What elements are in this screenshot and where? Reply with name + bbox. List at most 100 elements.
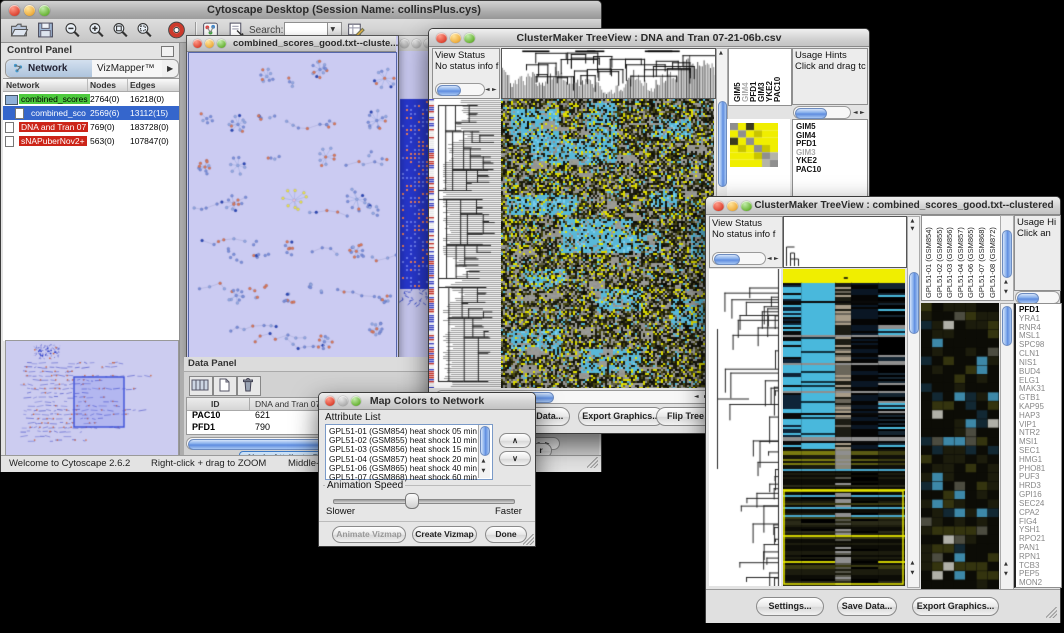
tab-network[interactable]: Network: [6, 60, 93, 77]
gene-label: PAN1: [1019, 543, 1045, 552]
usage-hints-scrollbar[interactable]: [793, 106, 851, 119]
done-button[interactable]: Done: [485, 526, 527, 543]
attribute-item[interactable]: GPL51-06 (GSM865) heat shock 40 min: [329, 463, 477, 472]
minimize-button[interactable]: [338, 396, 348, 406]
col-network: Network: [6, 80, 40, 90]
zoom-selected-icon[interactable]: [135, 21, 154, 39]
treeview-button[interactable]: Settings...: [756, 597, 824, 616]
array-vscrollbar[interactable]: ▲▼: [1000, 215, 1014, 301]
row-id: PAC10: [192, 410, 220, 420]
view-status-scrollbar[interactable]: [435, 83, 485, 96]
network-view-canvas[interactable]: [188, 52, 397, 359]
speed-slider-track[interactable]: [333, 499, 515, 504]
tab-overflow-button[interactable]: ▶: [162, 60, 178, 77]
main-vscrollbar[interactable]: ▲▼ ▲▼: [907, 216, 920, 588]
attribute-item[interactable]: GPL51-04 (GSM857) heat shock 20 min: [329, 454, 477, 463]
network-row[interactable]: combined_scores2764(0)16218(0): [3, 92, 179, 106]
gene-label: KAP95: [1019, 402, 1045, 411]
dialog-resize-grip[interactable]: [523, 534, 534, 545]
correlation-mini-heatmap[interactable]: [730, 123, 778, 167]
heatmap-main[interactable]: [783, 269, 905, 586]
minimize-button[interactable]: [24, 5, 35, 16]
rotated-array-label: GPL51-03 (GSM856): [945, 227, 954, 298]
close-button[interactable]: [436, 33, 447, 44]
gene-label: PFD1: [796, 139, 821, 148]
help-lifering-icon[interactable]: [166, 20, 187, 40]
global-vscrollbar[interactable]: ▲▼: [1000, 303, 1014, 591]
column-dendrogram[interactable]: [501, 48, 716, 99]
column-dendrogram[interactable]: [783, 216, 907, 268]
network-nodes: 2569(6): [90, 108, 119, 118]
treeview-combined-titlebar[interactable]: ClusterMaker TreeView : combined_scores_…: [706, 197, 1060, 215]
close-button[interactable]: [325, 396, 335, 406]
move-down-button[interactable]: ∨: [499, 451, 531, 466]
treeview-button[interactable]: Export Graphics...: [912, 597, 999, 616]
gene-label: PHO81: [1019, 464, 1045, 473]
gene-label: RNR4: [1019, 323, 1045, 332]
close-button[interactable]: [9, 5, 20, 16]
zoom-button[interactable]: [464, 33, 475, 44]
treeview-resize-grip[interactable]: [1046, 607, 1057, 618]
row-dendrogram[interactable]: [429, 99, 501, 388]
network-name[interactable]: DNA and Tran 07: [19, 122, 88, 132]
cytoscape-titlebar[interactable]: Cytoscape Desktop (Session Name: collins…: [1, 1, 601, 20]
move-up-button[interactable]: ∧: [499, 433, 531, 448]
attribute-listbox[interactable]: GPL51-01 (GSM854) heat shock 05 minGPL51…: [325, 424, 493, 480]
rotated-array-label: GPL51-07 (GSM868): [977, 227, 986, 298]
zoom-in-icon[interactable]: [87, 21, 106, 39]
gene-label: YRA1: [1019, 314, 1045, 323]
network-list-header[interactable]: Network Nodes Edges: [3, 79, 179, 92]
main-resize-grip[interactable]: [587, 457, 598, 468]
gene-list-panel: GIM5GIM4PFD1GIM3YKE2PAC10: [792, 119, 868, 201]
dialog-titlebar[interactable]: Map Colors to Network: [319, 393, 535, 410]
table-icon-button[interactable]: [189, 376, 213, 396]
network-row[interactable]: DNA and Tran 07769(0)183728(0): [3, 120, 179, 134]
gene-label: NIS1: [1019, 358, 1045, 367]
new-attribute-button[interactable]: [213, 376, 237, 396]
zoom-fit-icon[interactable]: [111, 21, 130, 39]
zoom-button[interactable]: [39, 5, 50, 16]
animation-speed-label: Animation Speed: [325, 480, 405, 491]
close-button[interactable]: [713, 201, 724, 212]
minimize-button[interactable]: [727, 201, 738, 212]
zoom-out-icon[interactable]: [63, 21, 82, 39]
tab-vizmapper[interactable]: VizMapper™: [92, 60, 163, 77]
float-panel-icon[interactable]: [161, 46, 174, 57]
animate-vizmap-button[interactable]: Animate Vizmap: [332, 526, 406, 543]
network-row[interactable]: combined_sco2569(6)13112(15): [3, 106, 179, 120]
open-file-icon[interactable]: [10, 21, 29, 39]
view-status-scrollbar[interactable]: [712, 252, 766, 265]
network-name[interactable]: sNAPuberNov2+: [19, 136, 87, 146]
attribute-item[interactable]: GPL51-01 (GSM854) heat shock 05 min: [329, 426, 477, 435]
treeview-dna-titlebar[interactable]: ClusterMaker TreeView : DNA and Tran 07-…: [429, 29, 869, 47]
heatmap-global-view[interactable]: [921, 303, 999, 589]
network-overview[interactable]: [5, 340, 179, 457]
zoom-button[interactable]: [351, 396, 361, 406]
delete-attribute-button[interactable]: [237, 376, 261, 396]
network-window-1-titlebar[interactable]: combined_scores_good.txt--cluste...: [187, 36, 396, 52]
gene-label: FIG4: [1019, 517, 1045, 526]
network-edges: 183728(0): [130, 122, 169, 132]
network-row[interactable]: sNAPuberNov2+563(0)107847(0): [3, 134, 179, 148]
col-edges: Edges: [130, 80, 156, 90]
row-id: PFD1: [192, 422, 215, 432]
create-vizmap-button[interactable]: Create Vizmap: [412, 526, 477, 543]
minimize-button[interactable]: [450, 33, 461, 44]
listbox-vscrollbar[interactable]: ▲▼: [478, 425, 490, 478]
save-icon[interactable]: [36, 21, 55, 39]
gene-label: SEC1: [1019, 446, 1045, 455]
attribute-item[interactable]: GPL51-03 (GSM856) heat shock 15 min: [329, 444, 477, 453]
array-labels-panel: GPL51-01 (GSM854)GPL51-02 (GSM855)GPL51-…: [921, 215, 1001, 301]
gene-label: GIM4: [796, 131, 821, 140]
network-name[interactable]: combined_sco: [29, 108, 88, 118]
attribute-item[interactable]: GPL51-02 (GSM855) heat shock 10 min: [329, 435, 477, 444]
speed-slider-thumb[interactable]: [405, 493, 419, 509]
treeview-button[interactable]: Save Data...: [837, 597, 897, 616]
gene-label: MSL1: [1019, 331, 1045, 340]
tab-network-label: Network: [28, 63, 67, 74]
treeview-button[interactable]: Export Graphics...: [578, 407, 664, 426]
id-column-header[interactable]: ID: [211, 399, 220, 409]
network-name[interactable]: combined_scores: [19, 94, 90, 104]
heatmap-main[interactable]: [501, 99, 714, 388]
row-dendrogram[interactable]: [709, 269, 781, 586]
